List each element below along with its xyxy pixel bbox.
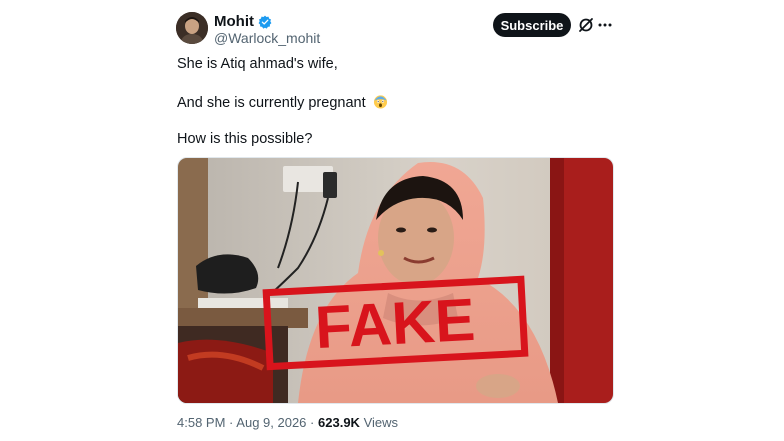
grok-icon[interactable] [577, 16, 595, 34]
fake-stamp-text: FAKE [313, 286, 476, 361]
views-count[interactable]: 623.9K [318, 415, 360, 430]
author-handle[interactable]: @Warlock_mohit [214, 30, 320, 46]
avatar-image [176, 12, 208, 44]
tweet-text-line-1: She is Atiq ahmad's wife, [177, 56, 338, 72]
more-options-icon[interactable] [598, 17, 612, 33]
subscribe-button[interactable]: Subscribe [493, 13, 571, 37]
meta-separator: · [310, 415, 315, 430]
tweet-card: Mohit @Warlock_mohit Subscribe She is At… [0, 0, 784, 441]
tweet-text-line-3: How is this possible? [177, 131, 313, 147]
tweet-text-line-2-text: And she is currently pregnant [177, 95, 366, 111]
avatar[interactable] [176, 12, 208, 44]
verified-badge-icon [258, 15, 272, 29]
author-name-row: Mohit [214, 13, 272, 30]
views-label: Views [363, 415, 399, 430]
tweet-meta: 4:58 PM · Aug 9, 2026 · 623.9K Views [177, 415, 398, 430]
tweet-time[interactable]: 4:58 PM [177, 415, 225, 430]
tweet-date[interactable]: Aug 9, 2026 [236, 415, 306, 430]
tweet-text-line-2: And she is currently pregnant [177, 94, 388, 111]
author-display-name[interactable]: Mohit [214, 13, 254, 30]
shocked-face-emoji-icon [373, 94, 388, 109]
tweet-media-image[interactable]: FAKE [177, 157, 614, 404]
meta-separator: · [229, 415, 234, 430]
